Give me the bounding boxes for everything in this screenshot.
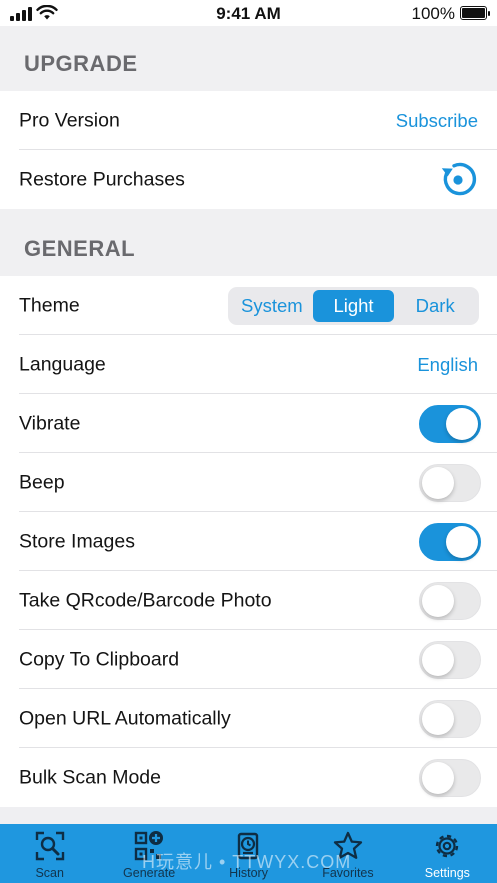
tab-label-favorites: Favorites bbox=[322, 866, 374, 880]
row-store-images: Store Images bbox=[0, 512, 497, 571]
battery-percent: 100% bbox=[411, 4, 455, 23]
row-bulk-scan: Bulk Scan Mode bbox=[0, 748, 497, 807]
restore-icon[interactable] bbox=[438, 160, 478, 200]
theme-option-system[interactable]: System bbox=[231, 290, 313, 322]
subscribe-link[interactable]: Subscribe bbox=[396, 110, 478, 132]
beep-label: Beep bbox=[19, 471, 65, 493]
section-header-general: GENERAL bbox=[0, 209, 497, 276]
take-photo-label: Take QRcode/Barcode Photo bbox=[19, 589, 272, 611]
theme-option-dark[interactable]: Dark bbox=[394, 290, 476, 322]
tab-label-settings: Settings bbox=[424, 866, 470, 880]
tab-favorites[interactable]: Favorites bbox=[298, 824, 397, 883]
generate-icon bbox=[134, 831, 164, 861]
tab-label-scan: Scan bbox=[35, 866, 64, 880]
scan-icon bbox=[35, 831, 64, 861]
gear-icon bbox=[436, 834, 459, 858]
vibrate-toggle[interactable] bbox=[419, 404, 481, 443]
row-open-url: Open URL Automatically bbox=[0, 689, 497, 748]
tab-generate[interactable]: Generate bbox=[99, 824, 198, 883]
theme-segmented-control[interactable]: System Light Dark bbox=[228, 286, 479, 325]
row-restore-purchases[interactable]: Restore Purchases bbox=[0, 150, 497, 209]
row-take-photo: Take QRcode/Barcode Photo bbox=[0, 571, 497, 630]
bulk-scan-label: Bulk Scan Mode bbox=[19, 766, 161, 788]
language-value[interactable]: English bbox=[417, 354, 478, 376]
bulk-scan-toggle[interactable] bbox=[419, 758, 481, 797]
tab-settings[interactable]: Settings bbox=[398, 824, 497, 883]
tab-history[interactable]: History bbox=[199, 824, 298, 883]
take-photo-toggle[interactable] bbox=[419, 581, 481, 620]
row-language[interactable]: Language English bbox=[0, 335, 497, 394]
row-pro-version[interactable]: Pro Version Subscribe bbox=[0, 91, 497, 150]
star-icon bbox=[333, 831, 363, 859]
theme-label: Theme bbox=[19, 294, 80, 316]
theme-option-light[interactable]: Light bbox=[312, 289, 395, 322]
restore-purchases-label: Restore Purchases bbox=[19, 168, 185, 190]
history-icon bbox=[237, 832, 258, 860]
language-label: Language bbox=[19, 353, 106, 375]
battery-icon bbox=[460, 6, 490, 20]
tab-scan[interactable]: Scan bbox=[0, 824, 99, 883]
store-images-toggle[interactable] bbox=[419, 522, 481, 561]
open-url-toggle[interactable] bbox=[419, 699, 481, 738]
pro-version-label: Pro Version bbox=[19, 109, 120, 131]
section-header-upgrade: UPGRADE bbox=[0, 26, 497, 91]
store-images-label: Store Images bbox=[19, 530, 135, 552]
open-url-label: Open URL Automatically bbox=[19, 707, 231, 729]
tab-label-history: History bbox=[229, 866, 268, 880]
row-beep: Beep bbox=[0, 453, 497, 512]
vibrate-label: Vibrate bbox=[19, 412, 81, 434]
tab-label-generate: Generate bbox=[123, 866, 176, 880]
row-vibrate: Vibrate bbox=[0, 394, 497, 453]
beep-toggle[interactable] bbox=[419, 463, 481, 502]
row-theme: Theme System Light Dark bbox=[0, 276, 497, 335]
status-bar: 9:41 AM 100% bbox=[0, 0, 497, 26]
row-copy-clipboard: Copy To Clipboard bbox=[0, 630, 497, 689]
tab-bar: Scan Generate History Favorites Settings bbox=[0, 824, 497, 883]
copy-clipboard-toggle[interactable] bbox=[419, 640, 481, 679]
section-title-upgrade: UPGRADE bbox=[24, 51, 138, 76]
copy-clipboard-label: Copy To Clipboard bbox=[19, 648, 180, 670]
section-title-general: GENERAL bbox=[24, 236, 136, 261]
